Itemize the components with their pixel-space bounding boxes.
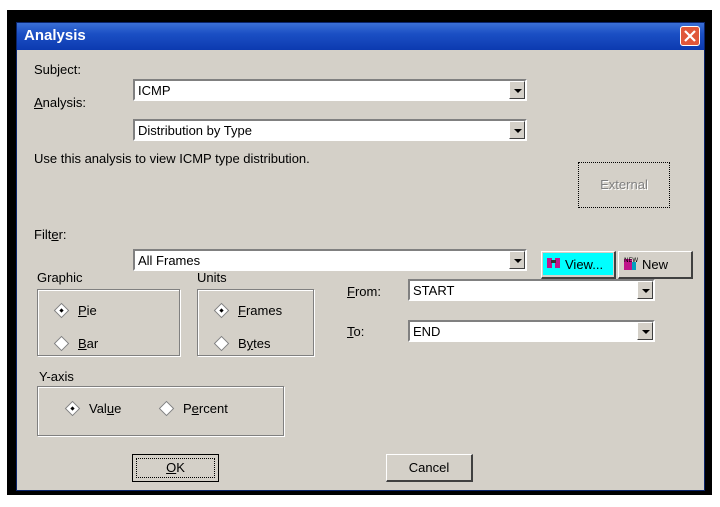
- from-dropdown[interactable]: START: [408, 279, 655, 301]
- chevron-down-icon[interactable]: [509, 121, 525, 139]
- graphic-group-title: Graphic: [37, 270, 83, 285]
- binoculars-icon: [546, 256, 562, 272]
- title-bar[interactable]: Analysis: [17, 23, 704, 50]
- ok-button[interactable]: OK: [132, 454, 219, 482]
- chevron-down-icon[interactable]: [509, 251, 525, 269]
- close-icon: [684, 30, 696, 42]
- to-dropdown[interactable]: END: [408, 320, 655, 342]
- window-title: Analysis: [24, 27, 86, 44]
- analysis-dialog: Analysis Subject: ICMP Analysis: Distrib…: [16, 22, 705, 491]
- from-value: START: [413, 283, 455, 298]
- to-label: To:: [347, 324, 365, 339]
- filter-label: Filter:: [34, 227, 67, 242]
- units-group-title: Units: [197, 270, 227, 285]
- analysis-dropdown[interactable]: Distribution by Type: [133, 119, 527, 141]
- new-filter-icon: NEW: [623, 256, 639, 272]
- chevron-down-icon[interactable]: [637, 281, 653, 299]
- chevron-down-icon[interactable]: [637, 322, 653, 340]
- cancel-button[interactable]: Cancel: [386, 454, 473, 482]
- subject-value: ICMP: [138, 83, 171, 98]
- subject-label: Subject:: [34, 62, 81, 77]
- filter-value: All Frames: [138, 253, 201, 268]
- filter-dropdown[interactable]: All Frames: [133, 249, 527, 271]
- chevron-down-icon[interactable]: [509, 81, 525, 99]
- subject-dropdown[interactable]: ICMP: [133, 79, 527, 101]
- filter-view-button[interactable]: View...: [541, 251, 616, 279]
- svg-text:NEW: NEW: [624, 257, 638, 264]
- analysis-label: Analysis:: [34, 95, 87, 110]
- close-button[interactable]: [680, 26, 700, 46]
- external-button[interactable]: External: [578, 162, 670, 208]
- to-value: END: [413, 324, 441, 339]
- analysis-description: Use this analysis to view ICMP type dist…: [34, 151, 310, 166]
- filter-new-button[interactable]: NEW New: [618, 251, 693, 279]
- yaxis-group-title: Y-axis: [39, 369, 74, 384]
- from-label: From:: [347, 284, 381, 299]
- analysis-value: Distribution by Type: [138, 123, 252, 138]
